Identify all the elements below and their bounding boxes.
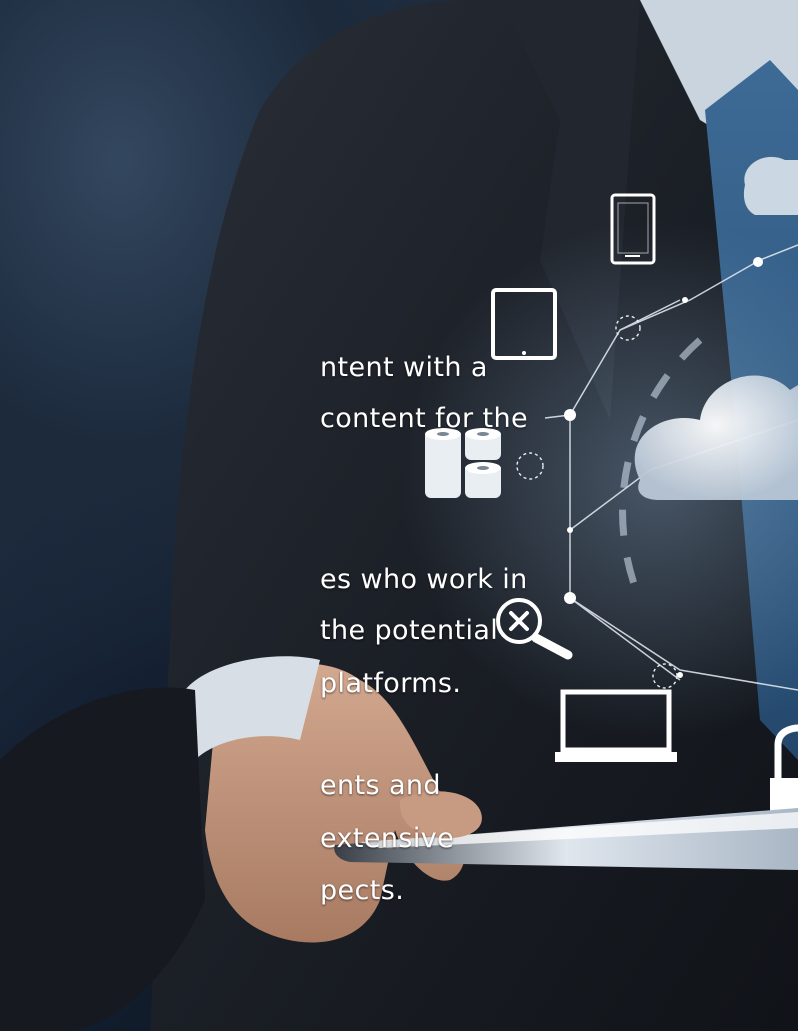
business-photo	[0, 0, 798, 1031]
slide-background: ntent with a content for the es who work…	[0, 0, 798, 1031]
